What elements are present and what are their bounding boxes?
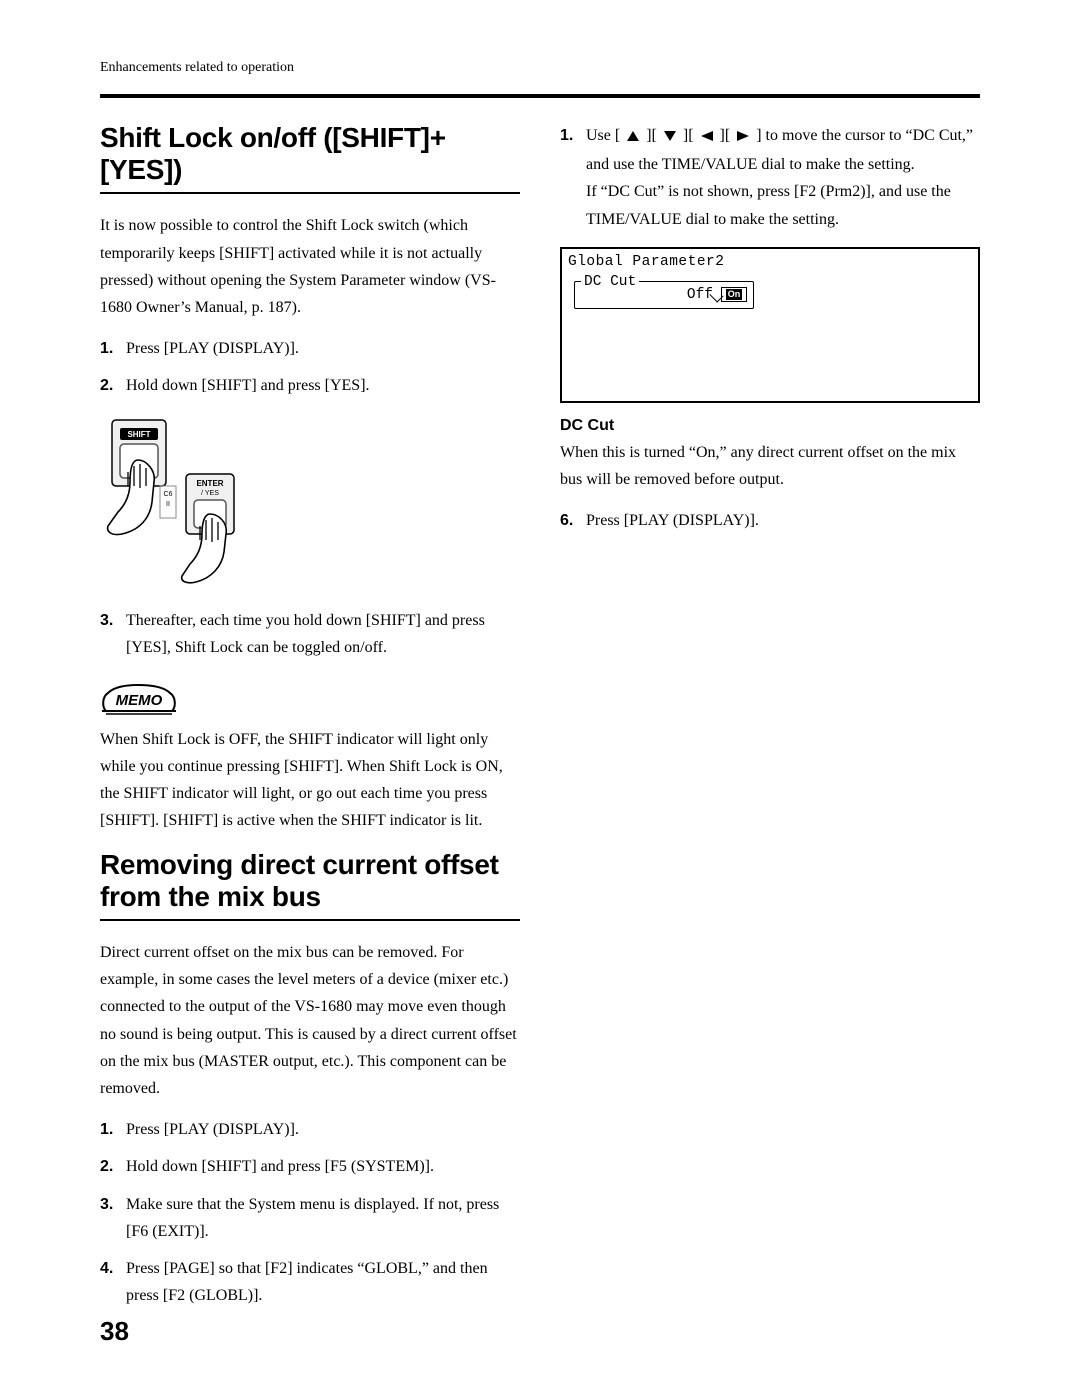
top-rule: [100, 94, 980, 98]
step5-sep2: ][: [683, 127, 694, 144]
step-item: Press [PLAY (DISPLAY)].: [560, 507, 980, 534]
cursor-right-icon: [736, 124, 750, 151]
steps-list-1: Press [PLAY (DISPLAY)]. Hold down [SHIFT]…: [100, 335, 520, 399]
enter-button-label-2: / YES: [201, 490, 219, 497]
step-item: Press [PLAY (DISPLAY)].: [100, 335, 520, 362]
lcd-on-text: On: [726, 289, 743, 300]
memo-paragraph: When Shift Lock is OFF, the SHIFT indica…: [100, 726, 520, 835]
cursor-down-icon: [663, 124, 677, 151]
right-column: Use [ ][ ][ ][ ] to move the cursor to “…: [560, 122, 980, 1323]
buttons-svg: SHIFT C6 II ENTER / YES: [100, 414, 250, 584]
svg-text:II: II: [166, 501, 170, 508]
heading-rule: [100, 192, 520, 194]
cursor-left-icon: [700, 124, 714, 151]
step5-text-pre: Use [: [586, 127, 620, 144]
step-item: Press [PLAY (DISPLAY)].: [100, 1116, 520, 1143]
memo-label: MEMO: [116, 692, 163, 709]
running-head: Enhancements related to operation: [100, 60, 980, 76]
shift-button-label: SHIFT: [127, 430, 150, 439]
section-heading-shift-lock: Shift Lock on/off ([SHIFT]+[YES]): [100, 122, 520, 186]
enter-button-label-1: ENTER: [196, 479, 223, 488]
step-item: Hold down [SHIFT] and press [F5 (SYSTEM)…: [100, 1153, 520, 1180]
section-heading-dc-offset: Removing direct current offset from the …: [100, 849, 520, 913]
steps-list-6: Press [PLAY (DISPLAY)].: [560, 507, 980, 534]
step5-sep3: ][: [720, 127, 731, 144]
intro-paragraph: It is now possible to control the Shift …: [100, 212, 520, 321]
step5-note: If “DC Cut” is not shown, press [F2 (Prm…: [586, 183, 951, 227]
heading-rule-2: [100, 919, 520, 921]
step5-text-post: ] to move the cursor to “DC Cut,” and us…: [586, 127, 973, 173]
dc-cut-body: When this is turned “On,” any direct cur…: [560, 439, 980, 493]
lcd-dc-cut-group: DC Cut Off On: [574, 281, 754, 309]
page-number: 38: [100, 1316, 129, 1347]
steps-list-5: Use [ ][ ][ ][ ] to move the cursor to “…: [560, 122, 980, 233]
cursor-up-icon: [626, 124, 640, 151]
intro2-paragraph: Direct current offset on the mix bus can…: [100, 939, 520, 1102]
steps-list-2: Thereafter, each time you hold down [SHI…: [100, 607, 520, 661]
step5-sep1: ][: [646, 127, 657, 144]
dc-cut-subhead: DC Cut: [560, 417, 980, 435]
step-item: Hold down [SHIFT] and press [YES].: [100, 372, 520, 399]
lcd-on-box: On: [721, 287, 747, 302]
step-5: Use [ ][ ][ ][ ] to move the cursor to “…: [560, 122, 980, 233]
memo-icon: MEMO: [100, 683, 178, 715]
locator-label: C6: [164, 491, 173, 498]
step-item: Thereafter, each time you hold down [SHI…: [100, 607, 520, 661]
lcd-screen: Global Parameter2 DC Cut Off On: [560, 247, 980, 403]
lcd-title: Global Parameter2: [562, 249, 978, 273]
shift-yes-buttons-illustration: SHIFT C6 II ENTER / YES: [100, 414, 520, 589]
step-item: Make sure that the System menu is displa…: [100, 1191, 520, 1245]
step-item: Press [PAGE] so that [F2] indicates “GLO…: [100, 1255, 520, 1309]
left-column: Shift Lock on/off ([SHIFT]+[YES]) It is …: [100, 122, 520, 1323]
steps-list-3: Press [PLAY (DISPLAY)]. Hold down [SHIFT]…: [100, 1116, 520, 1309]
lcd-group-label: DC Cut: [581, 273, 639, 291]
